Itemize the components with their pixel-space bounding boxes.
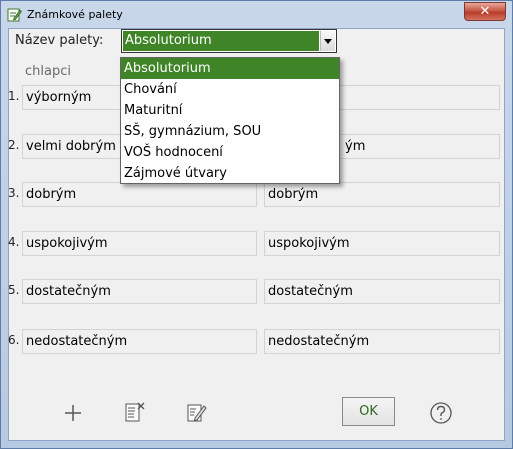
dropdown-option[interactable]: VOŠ hodnocení — [121, 142, 339, 163]
palette-select-value: Absolutorium — [123, 31, 319, 51]
girls-grade-field[interactable]: nedostatečným — [264, 329, 500, 354]
plus-icon[interactable] — [60, 400, 86, 426]
row-number: 2. — [8, 138, 20, 152]
column-header-boys: chlapci — [25, 64, 71, 79]
help-icon[interactable] — [428, 400, 454, 426]
delete-list-icon[interactable] — [122, 400, 148, 426]
dropdown-option[interactable]: Zájmové útvary — [121, 163, 339, 184]
ok-button[interactable]: OK — [342, 397, 395, 426]
boys-grade-field[interactable]: dostatečným — [22, 279, 257, 304]
window-title: Známkové palety — [27, 8, 123, 21]
dropdown-option[interactable]: Maturitní — [121, 100, 339, 121]
close-button[interactable]: ✕ — [464, 2, 506, 21]
boys-grade-field[interactable]: nedostatečným — [22, 329, 257, 354]
girls-grade-field[interactable]: uspokojivým — [264, 231, 500, 256]
palette-dropdown-list: Absolutorium Chování Maturitní SŠ, gymná… — [120, 57, 340, 184]
girls-grade-field[interactable]: dobrým — [264, 182, 500, 207]
boys-grade-field[interactable]: dobrým — [22, 182, 257, 207]
edit-palette-icon — [7, 8, 22, 22]
dropdown-option[interactable]: Chování — [121, 79, 339, 100]
boys-grade-field[interactable]: uspokojivým — [22, 231, 257, 256]
row-number: 6. — [8, 333, 20, 347]
palette-window: Známkové palety ✕ Název palety: Absoluto… — [0, 0, 513, 449]
palette-name-label: Název palety: — [15, 33, 104, 48]
girls-grade-field[interactable]: dostatečným — [264, 279, 500, 304]
row-number: 3. — [8, 186, 20, 200]
row-number: 5. — [8, 283, 20, 297]
chevron-down-icon[interactable] — [320, 31, 335, 51]
dialog-body: Název palety: Absolutorium chlapci 1. vý… — [8, 28, 505, 441]
title-bar[interactable]: Známkové palety ✕ — [1, 1, 512, 28]
dropdown-option[interactable]: Absolutorium — [121, 58, 339, 79]
palette-select[interactable]: Absolutorium — [121, 29, 337, 53]
close-icon: ✕ — [479, 4, 491, 19]
dropdown-option[interactable]: SŠ, gymnázium, SOU — [121, 121, 339, 142]
row-number: 1. — [8, 89, 20, 103]
edit-icon[interactable] — [184, 400, 210, 426]
row-number: 4. — [8, 235, 20, 249]
